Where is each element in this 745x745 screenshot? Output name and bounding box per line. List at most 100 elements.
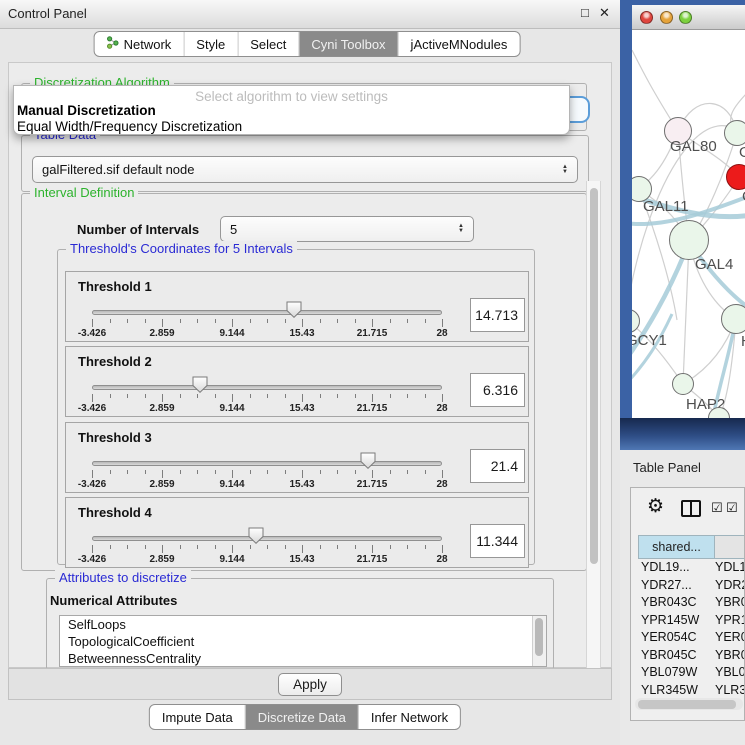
table-data-group: Table Data galFiltered.sif default node … — [21, 135, 589, 192]
network-node[interactable] — [726, 164, 745, 190]
cell-shared-name: YPR145W — [638, 612, 715, 630]
node-label: GAL11 — [643, 198, 689, 215]
numerical-attributes-label: Numerical Attributes — [50, 593, 177, 608]
cell-name: YBL0 — [715, 665, 745, 679]
numerical-attributes-list[interactable]: SelfLoopsTopologicalCoefficientBetweenne… — [59, 615, 547, 667]
tick-label: 21.715 — [357, 479, 388, 490]
close-icon[interactable]: ✕ — [599, 5, 610, 21]
cell-shared-name: YBR045C — [638, 647, 715, 665]
tab-label: Select — [250, 37, 286, 52]
threshold-slider[interactable] — [92, 461, 442, 466]
tick-label: -3.426 — [78, 554, 106, 565]
checkbox-icon[interactable]: ☑ — [711, 500, 723, 516]
network-node[interactable] — [672, 373, 694, 395]
tab-select[interactable]: Select — [237, 32, 298, 56]
table-row[interactable]: YDL19...YDL1 — [638, 559, 745, 577]
checkbox-icon[interactable]: ☑ — [726, 500, 738, 516]
network-node[interactable] — [721, 304, 745, 334]
dropdown-option-manual-discretization[interactable]: Manual Discretization — [17, 103, 156, 118]
tick-label: -3.426 — [78, 479, 106, 490]
slider-thumb[interactable] — [248, 527, 264, 544]
table-row[interactable]: YBL079WYBL0 — [638, 664, 745, 682]
gear-icon[interactable]: ⚙ — [647, 495, 664, 518]
tab-jactivemnodules[interactable]: jActiveMNodules — [398, 32, 520, 56]
columns-icon[interactable] — [681, 500, 701, 517]
table-row[interactable]: YBR045CYBR0 — [638, 647, 745, 665]
attribute-item-topologicalcoefficient[interactable]: TopologicalCoefficient — [60, 633, 546, 650]
cell-shared-name: YBL079W — [638, 664, 715, 682]
table-data-combobox[interactable]: galFiltered.sif default node ▲▼ — [32, 156, 578, 183]
column-header-name[interactable]: na — [715, 535, 745, 559]
threshold-panel: Threshold 1 -3.4262.8599.14415.4321.7152… — [65, 271, 529, 342]
tick-label: 2.859 — [149, 554, 174, 565]
tab-infer-network[interactable]: Infer Network — [358, 705, 460, 729]
slider-ticks — [92, 545, 442, 554]
tick-label: 21.715 — [357, 403, 388, 414]
table-row[interactable]: YLR345WYLR3 — [638, 682, 745, 698]
tab-discretize-data[interactable]: Discretize Data — [245, 705, 358, 729]
tick-label: 21.715 — [357, 554, 388, 565]
cell-shared-name: YDL19... — [638, 559, 715, 577]
table-row[interactable]: YER054CYER0 — [638, 629, 745, 647]
tick-label: 2.859 — [149, 328, 174, 339]
table-header: shared... na — [638, 535, 745, 559]
control-panel: Control Panel □ ✕ NetworkStyleSelectCyni… — [0, 0, 620, 745]
tab-cyni-toolbox[interactable]: Cyni Toolbox — [298, 32, 397, 56]
node-label: GAL4 — [695, 256, 733, 273]
table-row[interactable]: YPR145WYPR1 — [638, 612, 745, 630]
node-label: GCY1 — [632, 332, 667, 349]
zoom-traffic-light-icon[interactable] — [679, 11, 692, 24]
content-scrollbar[interactable] — [586, 181, 601, 669]
dropdown-option-equal-width-frequency-discretization[interactable]: Equal Width/Frequency Discretization — [17, 119, 242, 134]
column-header-shared[interactable]: shared... — [638, 535, 715, 559]
threshold-slider[interactable] — [92, 385, 442, 390]
interval-definition-group: Interval Definition Number of Intervals … — [21, 193, 587, 571]
cell-shared-name: YER054C — [638, 629, 715, 647]
slider-thumb[interactable] — [192, 376, 208, 393]
table-row[interactable]: YBR043CYBR0 — [638, 594, 745, 612]
tab-label: Discretize Data — [258, 710, 346, 725]
table-hscrollbar[interactable] — [635, 698, 743, 710]
tab-impute-data[interactable]: Impute Data — [150, 705, 245, 729]
threshold-value-field[interactable]: 11.344 — [470, 524, 525, 558]
network-window-titlebar — [632, 5, 745, 30]
cell-shared-name: YDR27... — [638, 577, 715, 595]
tab-style[interactable]: Style — [183, 32, 237, 56]
network-canvas[interactable]: GAL80GACGAL11GAL4GCY1HHAP2 — [632, 30, 745, 418]
threshold-label: Threshold 3 — [78, 430, 152, 445]
threshold-value-field[interactable]: 21.4 — [470, 449, 525, 483]
node-label: H — [741, 333, 745, 350]
cell-shared-name: YBR043C — [638, 594, 715, 612]
table-rows: YDL19...YDL1YDR27...YDR2YBR043CYBR0YPR14… — [638, 559, 745, 697]
spinner-icon: ▲▼ — [562, 165, 568, 175]
tab-network[interactable]: Network — [95, 32, 184, 56]
slider-thumb[interactable] — [286, 301, 302, 318]
num-intervals-combobox[interactable]: 5 ▲▼ — [220, 216, 474, 242]
threshold-value-field[interactable]: 6.316 — [470, 373, 525, 407]
table-data-value: galFiltered.sif default node — [42, 162, 194, 177]
table-panel: ⚙ ☑ ☑ shared... na YDL19...YDL1YDR27...Y… — [630, 487, 745, 721]
slider-ticks — [92, 470, 442, 479]
tick-label: 9.144 — [219, 328, 244, 339]
tick-label: 9.144 — [219, 403, 244, 414]
slider-thumb[interactable] — [360, 452, 376, 469]
cell-name: YLR3 — [715, 683, 745, 697]
threshold-slider[interactable] — [92, 536, 442, 541]
slider-ticks — [92, 319, 442, 328]
network-node[interactable] — [669, 220, 709, 260]
network-node[interactable] — [724, 120, 745, 146]
attribute-item-betweennesscentrality[interactable]: BetweennessCentrality — [60, 650, 546, 667]
attribute-item-selfloops[interactable]: SelfLoops — [60, 616, 546, 633]
table-panel-title: Table Panel — [633, 460, 701, 475]
threshold-slider[interactable] — [92, 310, 442, 315]
float-window-icon[interactable]: □ — [581, 5, 589, 20]
apply-button[interactable]: Apply — [278, 673, 342, 696]
minimize-traffic-light-icon[interactable] — [660, 11, 673, 24]
attributes-scrollbar[interactable] — [532, 616, 546, 666]
tab-label: jActiveMNodules — [411, 37, 508, 52]
cyni-toolbox-content: Discretization Algorithm Select algorith… — [8, 62, 612, 668]
close-traffic-light-icon[interactable] — [640, 11, 653, 24]
threshold-value-field[interactable]: 14.713 — [470, 298, 525, 332]
num-intervals-value: 5 — [230, 222, 237, 237]
table-row[interactable]: YDR27...YDR2 — [638, 577, 745, 595]
